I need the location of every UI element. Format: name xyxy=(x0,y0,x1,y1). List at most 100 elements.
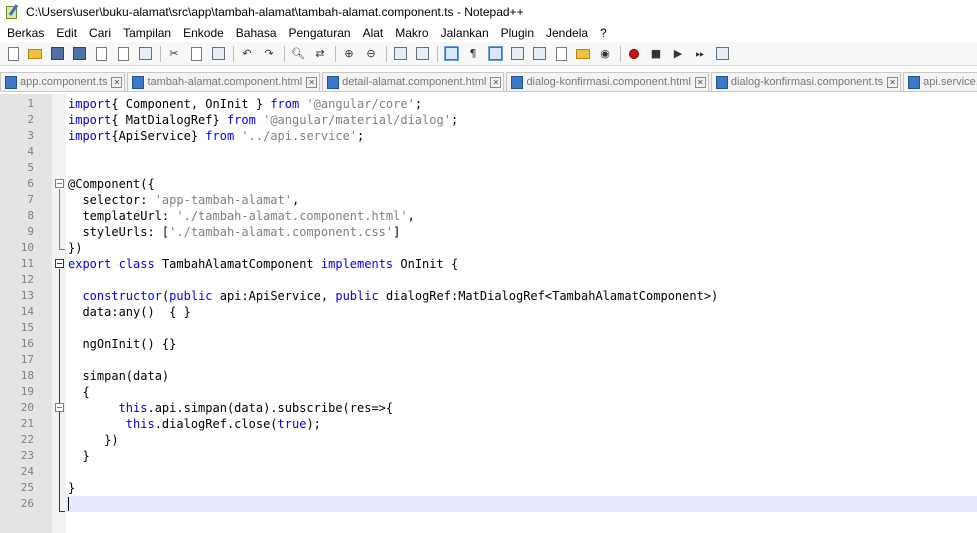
close-icon[interactable]: ✕ xyxy=(306,76,318,88)
tab-dialog-konfirmasi-component-html[interactable]: dialog-konfirmasi.component.html ✕ xyxy=(506,72,709,91)
open-file-icon[interactable] xyxy=(26,45,44,63)
tab-app-component-ts[interactable]: app.component.ts ✕ xyxy=(0,72,126,91)
copy-icon[interactable] xyxy=(187,45,205,63)
run-macro-multiple-icon[interactable]: ⏩︎ xyxy=(691,45,709,63)
code-line[interactable]: 22 }) xyxy=(0,432,977,448)
cut-icon[interactable]: ✂ xyxy=(165,45,183,63)
code-line[interactable]: 14 data:any() { } xyxy=(0,304,977,320)
code-line[interactable]: 18 simpan(data) xyxy=(0,368,977,384)
tab-api-service-ts[interactable]: api.service.ts xyxy=(903,72,977,91)
redo-icon[interactable]: ↷ xyxy=(260,45,278,63)
menu-jalankan[interactable]: Jalankan xyxy=(434,26,494,40)
menu-berkas[interactable]: Berkas xyxy=(0,26,49,40)
code-token: }) xyxy=(68,241,83,255)
code-text: selector: 'app-tambah-alamat', xyxy=(68,192,299,208)
fold-toggle-component-decorator[interactable] xyxy=(55,179,64,188)
zoom-in-icon[interactable]: ⊕ xyxy=(340,45,358,63)
function-list-icon[interactable] xyxy=(552,45,570,63)
tab-tambah-alamat-component-html[interactable]: tambah-alamat.component.html ✕ xyxy=(127,72,321,91)
menu-edit[interactable]: Edit xyxy=(49,26,82,40)
close-all-icon[interactable] xyxy=(114,45,132,63)
code-line[interactable]: 19 { xyxy=(0,384,977,400)
code-line[interactable]: 8 templateUrl: './tambah-alamat.componen… xyxy=(0,208,977,224)
code-line[interactable]: 7 selector: 'app-tambah-alamat', xyxy=(0,192,977,208)
menu-tampilan[interactable]: Tampilan xyxy=(116,26,176,40)
close-icon[interactable]: ✕ xyxy=(694,76,706,88)
tab-dialog-konfirmasi-component-ts[interactable]: dialog-konfirmasi.component.ts ✕ xyxy=(710,72,902,91)
playback-icon[interactable]: ▶ xyxy=(669,45,687,63)
save-all-icon[interactable] xyxy=(70,45,88,63)
code-editor[interactable]: 1 import{ Component, OnInit } from '@angu… xyxy=(0,94,977,533)
code-line[interactable]: 11 export class TambahAlamatComponent imp… xyxy=(0,256,977,272)
menu-bar: Berkas Edit Cari Tampilan Enkode Bahasa … xyxy=(0,24,977,42)
code-line[interactable]: 15 xyxy=(0,320,977,336)
code-line[interactable]: 24 xyxy=(0,464,977,480)
zoom-out-icon[interactable]: ⊖ xyxy=(362,45,380,63)
close-icon[interactable] xyxy=(92,45,110,63)
menu-bahasa[interactable]: Bahasa xyxy=(229,26,282,40)
undo-icon[interactable]: ↶ xyxy=(238,45,256,63)
code-token: , xyxy=(291,193,300,207)
new-file-icon[interactable] xyxy=(4,45,22,63)
code-token: '@angular/core' xyxy=(306,97,415,111)
sync-horizontal-icon[interactable] xyxy=(413,45,431,63)
code-line[interactable]: 4 xyxy=(0,144,977,160)
menu-help[interactable]: ? xyxy=(593,26,612,40)
print-icon[interactable] xyxy=(136,45,154,63)
code-line[interactable]: 20 this.api.simpan(data).subscribe(res=>… xyxy=(0,400,977,416)
fold-toggle-class[interactable] xyxy=(55,259,64,268)
line-number: 25 xyxy=(20,481,34,494)
code-line[interactable]: 23 } xyxy=(0,448,977,464)
code-line[interactable]: 3 import{ApiService} from '../api.service… xyxy=(0,128,977,144)
menu-pengaturan[interactable]: Pengaturan xyxy=(282,26,356,40)
find-icon[interactable]: 🔍︎ xyxy=(289,45,307,63)
folder-workspace-icon[interactable] xyxy=(574,45,592,63)
code-line[interactable]: 5 xyxy=(0,160,977,176)
save-macro-icon[interactable] xyxy=(713,45,731,63)
code-line[interactable]: 10}) xyxy=(0,240,977,256)
code-line[interactable]: 12 xyxy=(0,272,977,288)
tab-bar: app.component.ts ✕ tambah-alamat.compone… xyxy=(0,72,977,92)
menu-jendela[interactable]: Jendela xyxy=(539,26,593,40)
code-text: }) xyxy=(68,240,82,256)
menu-plugin[interactable]: Plugin xyxy=(494,26,539,40)
paste-icon[interactable] xyxy=(209,45,227,63)
close-icon[interactable]: ✕ xyxy=(887,76,899,88)
line-number: 14 xyxy=(20,305,34,318)
line-number: 24 xyxy=(20,465,34,478)
document-map-icon[interactable] xyxy=(530,45,548,63)
record-macro-icon[interactable] xyxy=(625,45,643,63)
code-token: export xyxy=(68,257,112,271)
sync-vertical-icon[interactable] xyxy=(391,45,409,63)
code-text: styleUrls: ['./tambah-alamat.component.c… xyxy=(68,224,400,240)
code-line[interactable]: 2 import{ MatDialogRef} from '@angular/ma… xyxy=(0,112,977,128)
code-line[interactable]: 17 xyxy=(0,352,977,368)
tab-detail-alamat-component-html[interactable]: detail-alamat.component.html ✕ xyxy=(322,72,505,91)
code-line[interactable]: 25} xyxy=(0,480,977,496)
replace-icon[interactable]: ⇄ xyxy=(311,45,329,63)
code-line[interactable]: 26 xyxy=(0,496,977,512)
show-all-characters-icon[interactable]: ¶ xyxy=(464,45,482,63)
word-wrap-icon[interactable] xyxy=(442,45,460,63)
code-token: this xyxy=(118,401,148,415)
save-icon[interactable] xyxy=(48,45,66,63)
fold-toggle-subscribe[interactable] xyxy=(55,403,64,412)
stop-recording-icon[interactable]: ■ xyxy=(647,45,665,63)
code-line[interactable]: 21 this.dialogRef.close(true); xyxy=(0,416,977,432)
menu-makro[interactable]: Makro xyxy=(388,26,433,40)
indent-guide-icon[interactable] xyxy=(486,45,504,63)
code-token: } xyxy=(68,449,90,463)
menu-cari[interactable]: Cari xyxy=(82,26,116,40)
close-icon[interactable]: ✕ xyxy=(490,76,502,88)
monitoring-icon[interactable]: ◉ xyxy=(596,45,614,63)
code-line[interactable]: 6 @Component({ xyxy=(0,176,977,192)
notepadpp-app-icon[interactable] xyxy=(4,4,20,20)
menu-alat[interactable]: Alat xyxy=(356,26,389,40)
close-icon[interactable]: ✕ xyxy=(111,76,123,88)
code-line[interactable]: 9 styleUrls: ['./tambah-alamat.component… xyxy=(0,224,977,240)
code-line[interactable]: 1 import{ Component, OnInit } from '@angu… xyxy=(0,96,977,112)
user-defined-language-icon[interactable] xyxy=(508,45,526,63)
code-line[interactable]: 16 ngOnInit() {} xyxy=(0,336,977,352)
menu-enkode[interactable]: Enkode xyxy=(176,26,229,40)
code-line[interactable]: 13 constructor(public api:ApiService, pu… xyxy=(0,288,977,304)
